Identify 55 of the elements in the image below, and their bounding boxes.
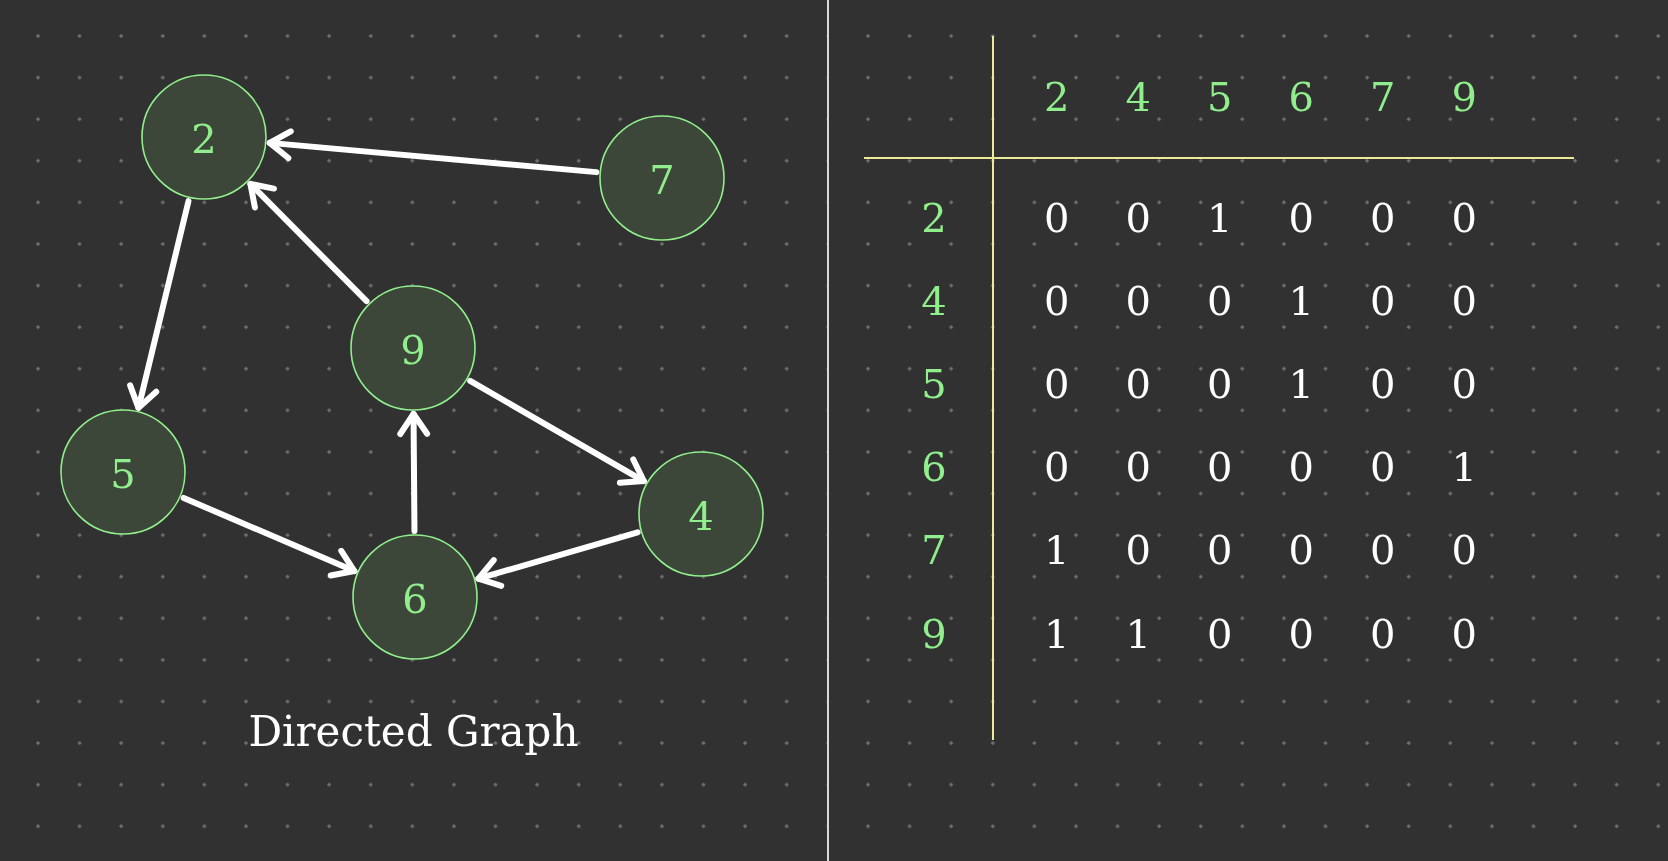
- column-header: 5: [1207, 77, 1233, 117]
- row-header: 7: [921, 530, 947, 571]
- graph-node: 4: [638, 451, 764, 577]
- matrix-cell: 0: [1288, 197, 1314, 238]
- matrix-cell: 0: [1207, 363, 1233, 404]
- graph-node: 7: [599, 115, 725, 241]
- matrix-cell: 0: [1044, 447, 1070, 488]
- matrix-cell: 1: [1288, 280, 1314, 321]
- matrix-cell: 0: [1044, 197, 1070, 238]
- row-header: 9: [921, 613, 947, 654]
- matrix-cell: 0: [1288, 530, 1314, 571]
- graph-node: 2: [141, 74, 267, 200]
- matrix-cell: 0: [1207, 280, 1233, 321]
- column-header: 4: [1125, 77, 1151, 117]
- matrix-cell: 0: [1370, 613, 1396, 654]
- matrix-cell: 0: [1044, 363, 1070, 404]
- matrix-cell: 1: [1044, 530, 1070, 571]
- graph-node: 5: [60, 409, 186, 535]
- matrix-cell: 0: [1451, 530, 1477, 571]
- graph-node: 9: [350, 285, 476, 411]
- graph-node: 6: [352, 534, 478, 660]
- row-header: 4: [921, 280, 947, 321]
- column-header: 6: [1288, 77, 1314, 117]
- matrix-cell: 0: [1125, 363, 1151, 404]
- row-header: 2: [921, 197, 947, 238]
- matrix-cell: 0: [1207, 447, 1233, 488]
- matrix-cell: 0: [1125, 197, 1151, 238]
- matrix-cell: 0: [1125, 447, 1151, 488]
- column-header: 9: [1451, 77, 1477, 117]
- matrix-cell: 1: [1044, 613, 1070, 654]
- row-header: 5: [921, 363, 947, 404]
- matrix-cell: 0: [1451, 363, 1477, 404]
- matrix-cell: 1: [1288, 363, 1314, 404]
- matrix-cell: 0: [1044, 280, 1070, 321]
- matrix-cell: 0: [1207, 530, 1233, 571]
- matrix-cell: 0: [1370, 197, 1396, 238]
- matrix-cell: 1: [1125, 613, 1151, 654]
- matrix-cell: 0: [1288, 447, 1314, 488]
- matrix-cell: 0: [1451, 613, 1477, 654]
- matrix-cell: 0: [1125, 530, 1151, 571]
- matrix-cell: 0: [1288, 613, 1314, 654]
- column-header: 2: [1044, 77, 1070, 117]
- matrix-cell: 0: [1370, 530, 1396, 571]
- row-header: 6: [921, 447, 947, 488]
- matrix-cell: 0: [1370, 363, 1396, 404]
- matrix-cell: 1: [1451, 447, 1477, 488]
- matrix-cell: 0: [1451, 280, 1477, 321]
- matrix-cell: 0: [1370, 447, 1396, 488]
- matrix-cell: 0: [1125, 280, 1151, 321]
- matrix-cell: 0: [1370, 280, 1396, 321]
- matrix-cell: 1: [1207, 197, 1233, 238]
- matrix-cell: 0: [1207, 613, 1233, 654]
- matrix-cell: 0: [1451, 197, 1477, 238]
- column-header: 7: [1370, 77, 1396, 117]
- graph-caption: Directed Graph: [248, 707, 579, 757]
